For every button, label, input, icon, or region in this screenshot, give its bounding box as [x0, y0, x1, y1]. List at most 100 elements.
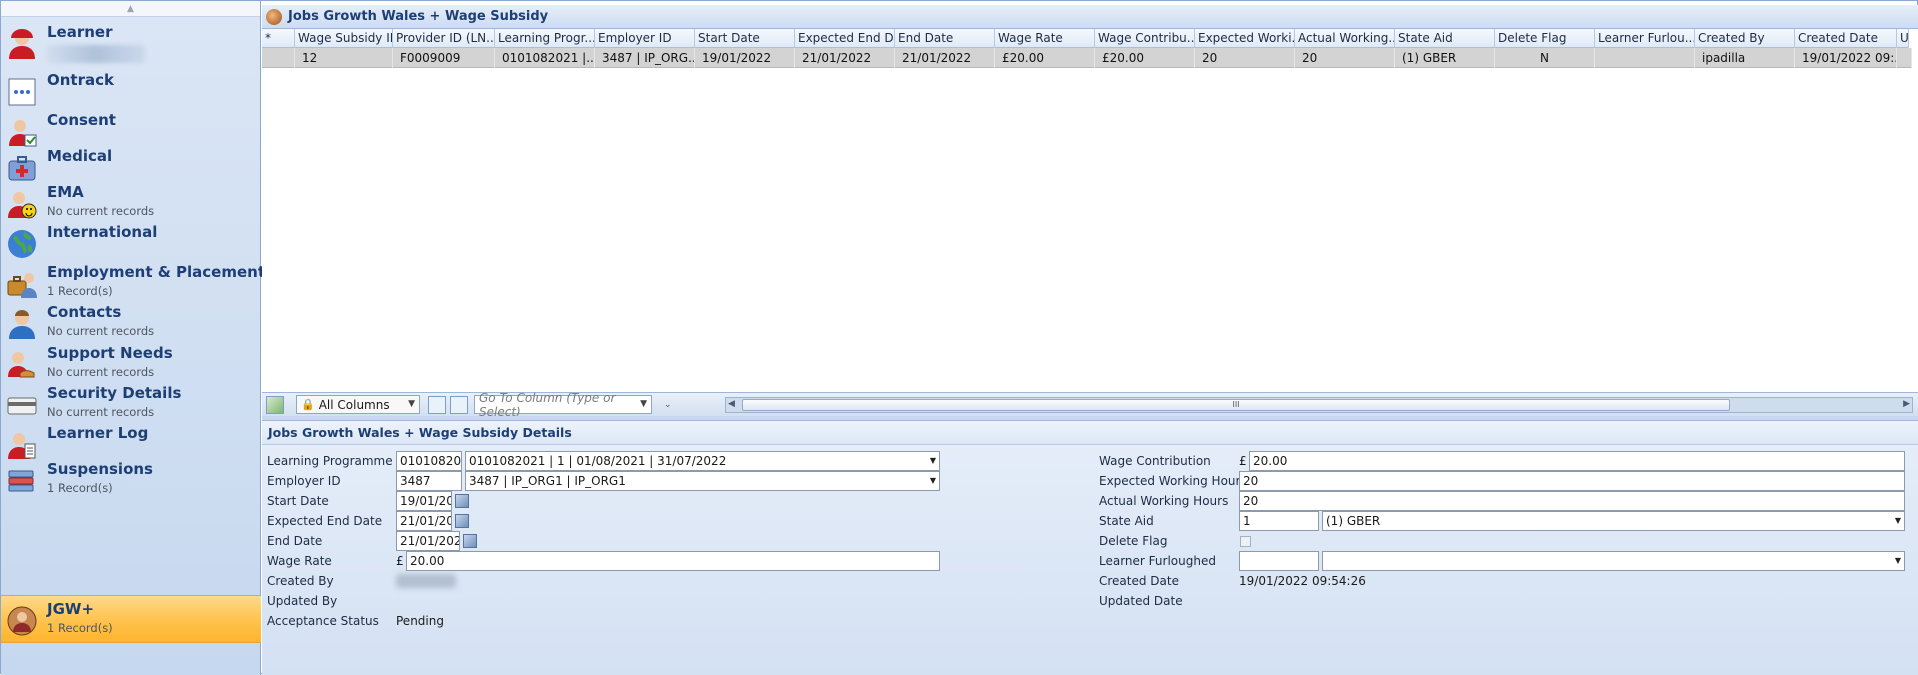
learner-furloughed-code-input[interactable] — [1239, 551, 1319, 571]
column-header[interactable]: State Aid — [1395, 29, 1495, 48]
acceptance-status-value: Pending — [396, 614, 444, 628]
table-cell[interactable]: 21/01/2022 — [895, 48, 995, 68]
globe-icon — [8, 230, 36, 258]
lock-icon: 🔒 — [301, 398, 315, 411]
column-header[interactable]: Expected Worki... — [1195, 29, 1295, 48]
table-cell[interactable] — [1897, 48, 1912, 68]
state-aid-select-value: (1) GBER — [1326, 514, 1381, 528]
updated-by-label: Updated By — [267, 594, 338, 608]
column-chooser-icon[interactable] — [428, 395, 446, 414]
table-cell[interactable]: 20 — [1295, 48, 1395, 68]
calendar-icon[interactable] — [463, 534, 477, 548]
expected-end-date-label: Expected End Date — [267, 514, 383, 528]
export-grid-icon[interactable] — [266, 395, 284, 414]
employer-id-select[interactable]: 3487 | IP_ORG1 | IP_ORG1 ▼ — [465, 471, 940, 491]
end-date-label: End Date — [267, 534, 323, 548]
scroll-left-arrow-icon[interactable]: ◀ — [728, 399, 735, 409]
table-row[interactable]: 12 F0009009 0101082021 |... 3487 | IP_ORG..… — [262, 48, 1912, 68]
column-header[interactable]: Delete Flag — [1495, 29, 1595, 48]
wage-rate-input[interactable]: 20.00 — [406, 551, 940, 571]
learning-programme-code-input[interactable]: 0101082021 — [396, 451, 462, 471]
start-date-input[interactable]: 19/01/2022 — [396, 491, 452, 511]
application-window: ▲ Learner Ontrack Consent Medical EMA No… — [0, 0, 1918, 675]
security-card-icon — [7, 397, 37, 415]
column-header[interactable]: Actual Working... — [1295, 29, 1395, 48]
state-aid-select[interactable]: (1) GBER ▼ — [1322, 511, 1905, 531]
expected-working-hours-input[interactable]: 20 — [1239, 471, 1905, 491]
created-date-label: Created Date — [1099, 574, 1179, 588]
details-panel: Jobs Growth Wales + Wage Subsidy Details… — [262, 420, 1918, 675]
table-cell[interactable]: 3487 | IP_ORG... — [595, 48, 695, 68]
sidebar-item-suspensions[interactable]: Suspensions 1 Record(s) — [1, 456, 261, 504]
column-header[interactable]: * — [262, 29, 295, 48]
details-title: Jobs Growth Wales + Wage Subsidy Details — [262, 420, 1918, 445]
column-header[interactable]: Wage Subsidy ID — [295, 29, 393, 48]
sidebar-item-label: Support Needs — [47, 344, 173, 362]
table-cell[interactable]: ipadilla — [1695, 48, 1795, 68]
table-cell[interactable]: 12 — [295, 48, 393, 68]
employer-id-select-value: 3487 | IP_ORG1 | IP_ORG1 — [469, 474, 626, 488]
end-date-input[interactable]: 21/01/2022 — [396, 531, 460, 551]
horizontal-scrollbar[interactable]: ◀ III ▶ — [725, 397, 1913, 413]
learner-name-redacted — [47, 45, 145, 63]
chevron-down-icon: ▼ — [408, 399, 415, 409]
column-header[interactable]: Provider ID (LN... — [393, 29, 495, 48]
learner-furloughed-select[interactable]: ▼ — [1322, 551, 1905, 571]
goto-column-input[interactable]: Go To Column (Type or Select) ▼ — [474, 391, 652, 419]
column-header[interactable]: Created Date — [1795, 29, 1897, 48]
sidebar-scroll-up-button[interactable]: ▲ — [1, 1, 260, 17]
scroll-right-arrow-icon[interactable]: ▶ — [1903, 399, 1910, 409]
table-cell[interactable]: 20 — [1195, 48, 1295, 68]
table-cell[interactable] — [1595, 48, 1695, 68]
state-aid-code-input[interactable]: 1 — [1239, 511, 1319, 531]
column-header[interactable]: Wage Rate — [995, 29, 1095, 48]
grid-toolbar: 🔒 All Columns ▼ Go To Column (Type or Se… — [262, 391, 1918, 419]
toolbar-overflow-icon[interactable]: ⌄ — [664, 400, 672, 410]
table-cell[interactable]: F0009009 — [393, 48, 495, 68]
table-cell[interactable]: (1) GBER — [1395, 48, 1495, 68]
sidebar-item-learner[interactable]: Learner — [1, 19, 261, 67]
column-header[interactable]: Learning Progr... — [495, 29, 595, 48]
acceptance-status-label: Acceptance Status — [267, 614, 379, 628]
column-header[interactable]: End Date — [895, 29, 995, 48]
sidebar-item-label: Learner Log — [47, 424, 149, 442]
sidebar-item-label: Learner — [47, 23, 113, 41]
support-needs-icon — [8, 352, 35, 378]
learning-programme-select[interactable]: 0101082021 | 1 | 01/08/2021 | 31/07/2022… — [465, 451, 940, 471]
ontrack-icon — [8, 78, 36, 106]
calendar-icon[interactable] — [455, 494, 469, 508]
column-header[interactable]: Up — [1897, 29, 1909, 48]
expected-end-date-input[interactable]: 21/01/2022 — [396, 511, 452, 531]
table-cell[interactable]: £20.00 — [995, 48, 1095, 68]
column-header[interactable]: Created By — [1695, 29, 1795, 48]
table-cell[interactable]: 0101082021 |... — [495, 48, 595, 68]
sidebar-item-status: 1 Record(s) — [47, 481, 113, 495]
actual-working-hours-input[interactable]: 20 — [1239, 491, 1905, 511]
sidebar-item-label: JGW+ — [47, 600, 95, 618]
column-header[interactable]: Learner Furlou... — [1595, 29, 1695, 48]
column-filter-select[interactable]: 🔒 All Columns ▼ — [296, 395, 420, 414]
sidebar-item-status: No current records — [47, 365, 155, 379]
column-header[interactable]: Expected End D... — [795, 29, 895, 48]
main-content: Jobs Growth Wales + Wage Subsidy * Wage S… — [262, 1, 1918, 675]
sidebar-item-jgw-plus[interactable]: JGW+ 1 Record(s) — [1, 595, 261, 643]
column-header[interactable]: Wage Contribu... — [1095, 29, 1195, 48]
delete-flag-checkbox[interactable] — [1240, 536, 1251, 547]
table-cell[interactable] — [262, 48, 295, 68]
table-cell[interactable]: 19/01/2022 — [695, 48, 795, 68]
column-header[interactable]: Employer ID — [595, 29, 695, 48]
sidebar-item-status: No current records — [47, 204, 155, 218]
grid-layout-icon[interactable] — [450, 395, 468, 414]
column-header[interactable]: Start Date — [695, 29, 795, 48]
table-cell[interactable]: N — [1495, 48, 1595, 68]
table-cell[interactable]: £20.00 — [1095, 48, 1195, 68]
table-cell[interactable]: 21/01/2022 — [795, 48, 895, 68]
scrollbar-thumb[interactable]: III — [742, 399, 1730, 411]
state-aid-label: State Aid — [1099, 514, 1154, 528]
delete-flag-label: Delete Flag — [1099, 534, 1168, 548]
employer-id-code-input[interactable]: 3487 — [396, 471, 462, 491]
wage-contribution-input[interactable]: 20.00 — [1249, 451, 1905, 471]
table-cell[interactable]: 19/01/2022 09:... — [1795, 48, 1897, 68]
updated-date-label: Updated Date — [1099, 594, 1183, 608]
calendar-icon[interactable] — [455, 514, 469, 528]
